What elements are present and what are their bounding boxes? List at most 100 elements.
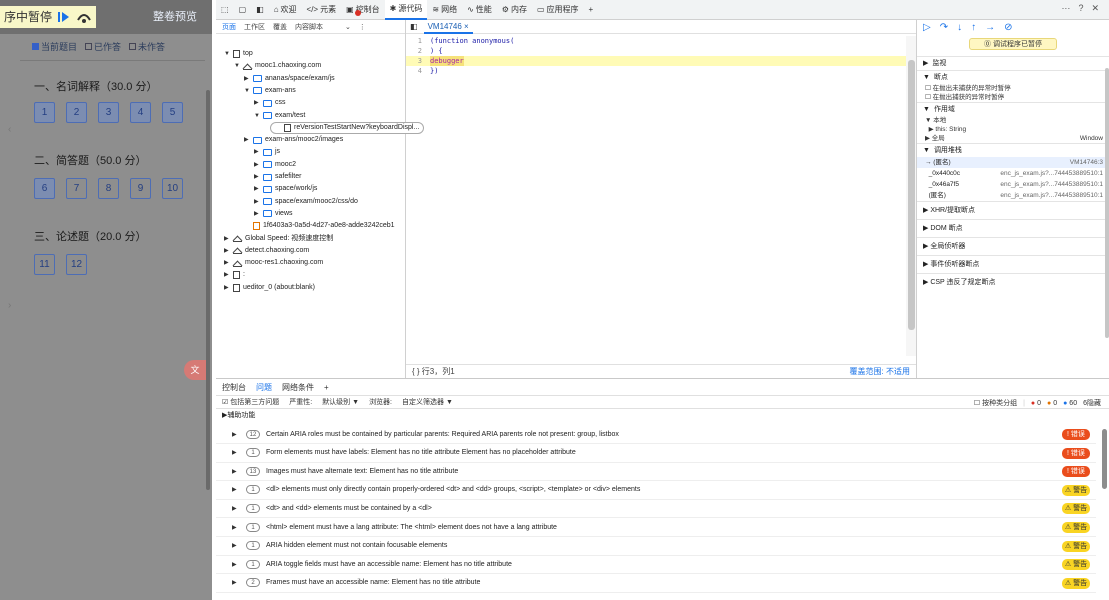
- tab-console[interactable]: ▣ 控制台: [341, 0, 385, 20]
- scope-section[interactable]: ▼ 作用域: [917, 102, 1109, 116]
- debugger-section[interactable]: ▶ DOM 断点: [917, 219, 1109, 237]
- tab-drawer-network-conditions[interactable]: 网络条件: [282, 382, 314, 393]
- scope-item[interactable]: ▶ 全局 Window: [917, 134, 1109, 143]
- question-button-9[interactable]: 9: [130, 178, 151, 199]
- third-party-checkbox[interactable]: ☑ 包括第三方问题: [222, 397, 279, 407]
- line-number[interactable]: 3: [406, 56, 430, 66]
- toggle-navigator-icon[interactable]: ◧: [410, 22, 418, 31]
- scope-item[interactable]: ▼ 本地: [917, 116, 1109, 125]
- watch-section[interactable]: ▶ 监视: [917, 56, 1109, 70]
- scrollbar-thumb[interactable]: [908, 60, 915, 330]
- issue-row[interactable]: ▶ 1 <dt> and <dd> elements must be contain…: [216, 499, 1096, 519]
- tab-performance[interactable]: ∿ 性能: [462, 0, 497, 20]
- tab-page[interactable]: 页面: [222, 22, 236, 32]
- issue-row[interactable]: ▶ 2 Frames must have an accessible name: E…: [216, 574, 1096, 593]
- tree-node[interactable]: ▼ exam/test: [254, 110, 305, 122]
- issue-row[interactable]: ▶ 13 Images must have alternate text: Elem…: [216, 462, 1096, 482]
- question-button-6[interactable]: 6: [34, 178, 55, 199]
- step-over-icon[interactable]: ↷: [940, 22, 948, 33]
- issue-row[interactable]: ▶ 1 Form elements must have labels: Elemen…: [216, 444, 1096, 463]
- page-scrollbar[interactable]: [206, 90, 210, 490]
- question-button-3[interactable]: 3: [98, 102, 119, 123]
- chevron-right-icon[interactable]: ▶: [232, 468, 246, 475]
- chevron-right-icon[interactable]: ▶: [224, 245, 230, 257]
- issue-row[interactable]: ▶ 1 ARIA toggle fields must have an access…: [216, 555, 1096, 575]
- tree-node[interactable]: ▶ css: [254, 97, 286, 109]
- debugger-section[interactable]: ▶ CSP 违反了规定断点: [917, 273, 1109, 291]
- tree-node[interactable]: reVersionTestStartNew?keyboardDispl...: [270, 121, 425, 134]
- tree-node[interactable]: ▶ ueditor_0 (about:blank): [224, 282, 315, 294]
- chevron-right-icon[interactable]: ▶: [232, 431, 246, 438]
- tab-sources[interactable]: ✱ 源代码: [384, 0, 428, 20]
- device-toggle-icon[interactable]: ▢: [234, 0, 252, 20]
- call-frame[interactable]: _0x46a7f5 enc_js_exam.js?...744453889510:…: [917, 179, 1109, 190]
- inspect-icon[interactable]: ⬚: [216, 0, 234, 20]
- chevron-right-icon[interactable]: ▶: [254, 208, 260, 220]
- tab-welcome[interactable]: ⌂ 欢迎: [269, 0, 302, 20]
- tab-elements[interactable]: </> 元素: [302, 0, 342, 20]
- tab-drawer-console[interactable]: 控制台: [222, 382, 246, 393]
- file-tab-vm14746[interactable]: VM14746 ×: [423, 19, 473, 34]
- issues-scrollbar[interactable]: [1102, 429, 1107, 489]
- tree-node[interactable]: 1f6403a3-0a5d-4d27-a0e8-adde3242ceb1: [244, 220, 395, 232]
- help-icon[interactable]: ?: [1078, 3, 1083, 14]
- pause-caught-checkbox[interactable]: ☐ 在抛出捕获的异常时暂停: [917, 93, 1109, 102]
- editor-scrollbar[interactable]: [906, 36, 916, 356]
- resume-icon[interactable]: [56, 10, 72, 24]
- tab-drawer-issues[interactable]: 问题: [256, 382, 272, 393]
- more-options-icon[interactable]: ···: [1061, 3, 1070, 14]
- custom-filter-dropdown[interactable]: 自定义筛选器 ▼: [402, 397, 453, 407]
- question-button-1[interactable]: 1: [34, 102, 55, 123]
- issue-row[interactable]: ▶ 1 <html> element must have a lang attrib…: [216, 518, 1096, 537]
- code-line[interactable]: 2) {: [406, 46, 906, 56]
- chevron-right-icon[interactable]: ▶: [254, 196, 260, 208]
- issue-row[interactable]: ▶ 1 <dl> elements must only directly conta…: [216, 481, 1096, 500]
- callstack-section[interactable]: ▼ 调用堆栈: [917, 143, 1109, 157]
- pause-uncaught-checkbox[interactable]: ☐ 在抛出未捕获的异常时暂停: [917, 84, 1109, 93]
- tab-memory[interactable]: ⚙ 内存: [497, 0, 532, 20]
- question-button-7[interactable]: 7: [66, 178, 87, 199]
- chevron-right-icon[interactable]: ▶: [224, 233, 230, 245]
- debugger-section[interactable]: ▶ XHR/提取断点: [917, 201, 1109, 219]
- chevron-right-icon[interactable]: ▶: [254, 183, 260, 195]
- chevron-right-icon[interactable]: ▶: [254, 159, 260, 171]
- dock-icon[interactable]: ◧: [251, 0, 269, 20]
- chevron-right-icon[interactable]: ▶: [254, 171, 260, 183]
- call-frame[interactable]: _0x440c0c enc_js_exam.js?...744453889510:…: [917, 168, 1109, 179]
- step-icon[interactable]: →: [985, 22, 995, 33]
- question-button-8[interactable]: 8: [98, 178, 119, 199]
- chevron-right-icon[interactable]: ▶: [232, 505, 246, 512]
- chevron-right-icon[interactable]: ▶: [254, 146, 260, 158]
- tree-node[interactable]: ▶ mooc-res1.chaoxing.com: [224, 257, 323, 269]
- code-line[interactable]: 4}): [406, 66, 906, 76]
- debugger-section[interactable]: ▶ 事件侦听器断点: [917, 255, 1109, 273]
- tree-node[interactable]: ▼ exam-ans: [244, 85, 296, 97]
- tree-node[interactable]: ▶ views: [254, 208, 293, 220]
- tree-node[interactable]: ▶ detect.chaoxing.com: [224, 245, 309, 257]
- debugger-scrollbar[interactable]: [1105, 68, 1109, 338]
- deactivate-breakpoints-icon[interactable]: ⊘: [1004, 22, 1012, 33]
- tree-node[interactable]: ▶ space/exam/mooc2/css/do: [254, 196, 358, 208]
- chevron-right-icon[interactable]: ▶: [232, 561, 246, 568]
- question-button-11[interactable]: 11: [34, 254, 55, 275]
- tree-node[interactable]: ▼ top: [224, 48, 253, 60]
- tree-node[interactable]: ▶ mooc2: [254, 159, 296, 171]
- chevron-right-icon[interactable]: ▶: [224, 282, 230, 294]
- tab-application[interactable]: ▭ 应用程序: [532, 0, 584, 20]
- chevron-right-icon[interactable]: ▶: [224, 269, 230, 281]
- chevron-right-icon[interactable]: ▶: [232, 542, 246, 549]
- chevron-right-icon[interactable]: ▶: [232, 449, 246, 456]
- step-into-icon[interactable]: ↓: [957, 22, 962, 33]
- close-tab-icon[interactable]: ×: [464, 22, 469, 31]
- close-icon[interactable]: ✕: [1091, 3, 1099, 14]
- tree-node[interactable]: ▶ js: [254, 146, 280, 158]
- tree-node[interactable]: ▼ mooc1.chaoxing.com: [234, 60, 321, 72]
- tree-node[interactable]: ▶ ananas/space/exam/js: [244, 73, 335, 85]
- chevron-right-icon[interactable]: ▶: [232, 524, 246, 531]
- question-button-4[interactable]: 4: [130, 102, 151, 123]
- add-drawer-tab-icon[interactable]: +: [324, 383, 329, 392]
- tab-overrides[interactable]: 覆盖: [273, 22, 287, 32]
- chevron-right-icon[interactable]: ▶: [254, 97, 260, 109]
- tree-node[interactable]: ▶:: [224, 269, 245, 281]
- line-number[interactable]: 1: [406, 36, 430, 46]
